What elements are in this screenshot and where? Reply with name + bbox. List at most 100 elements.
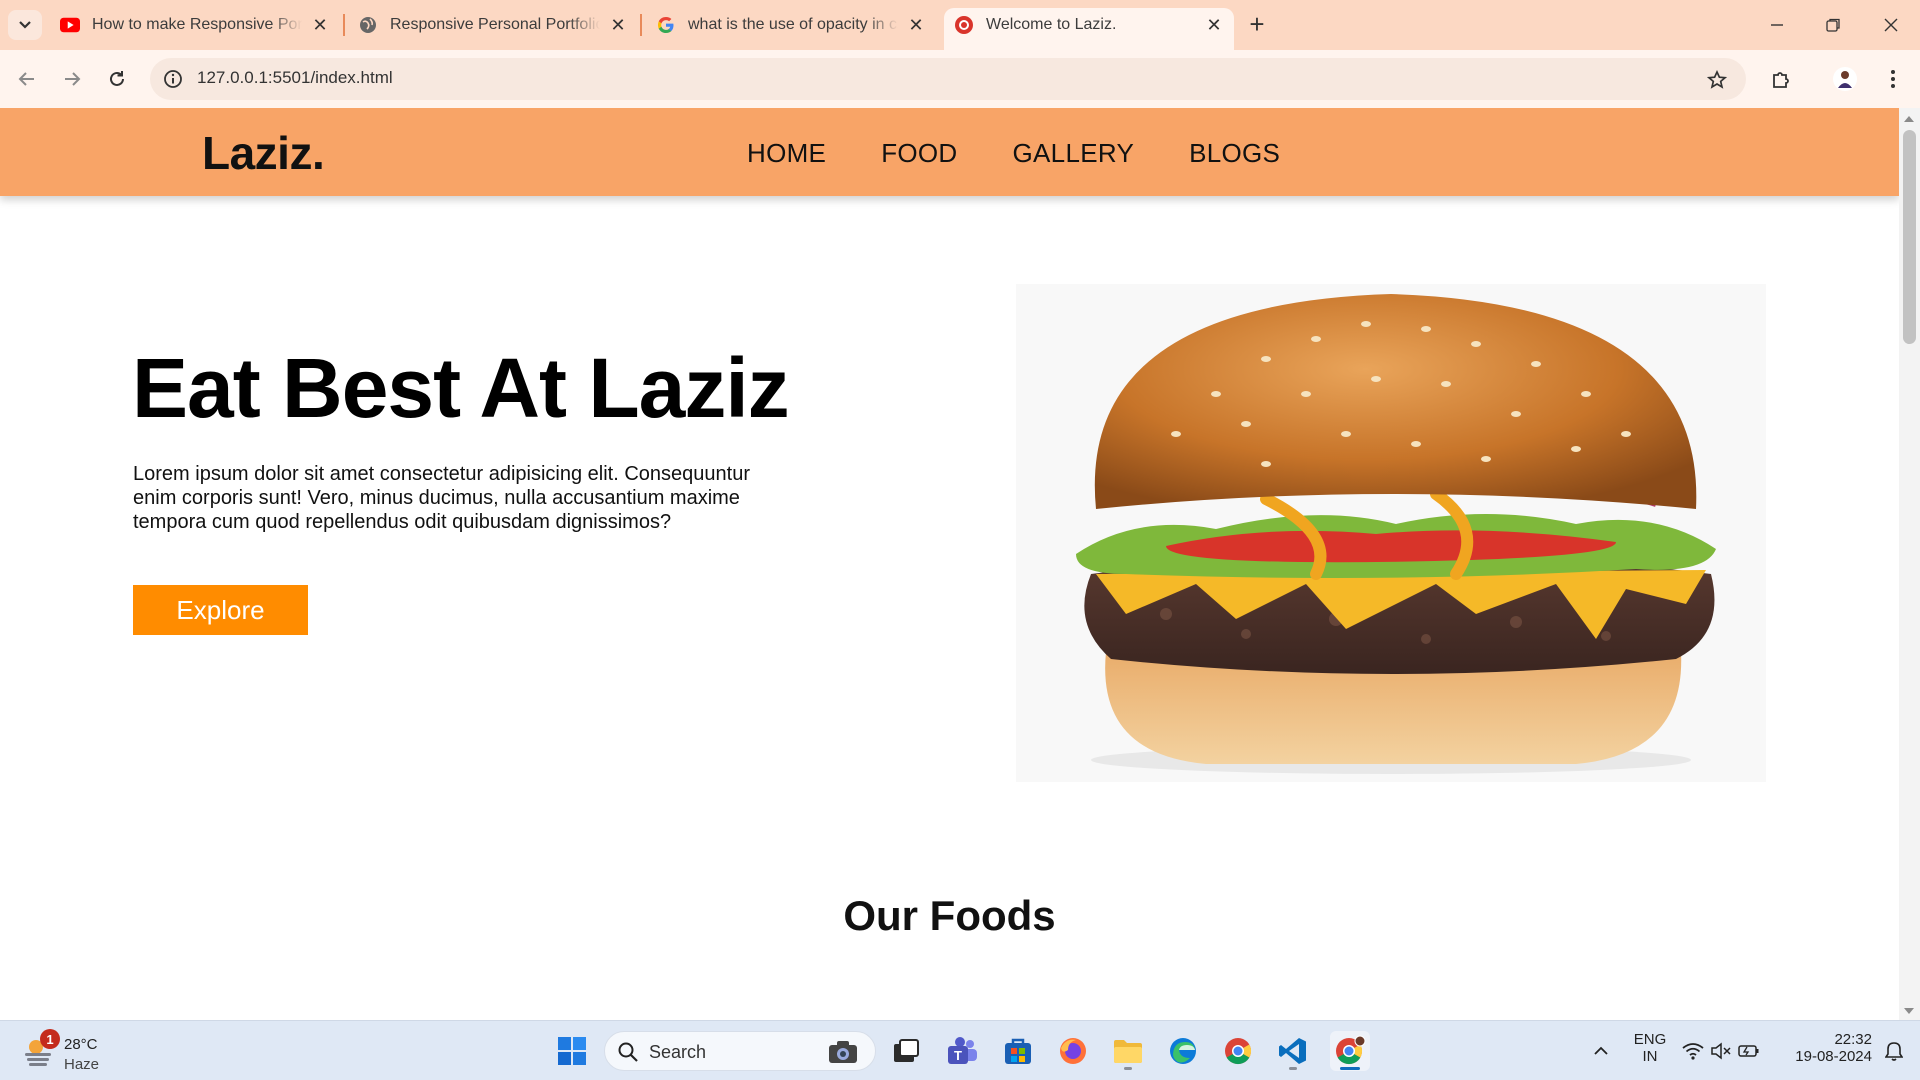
chevron-down-icon <box>19 21 31 29</box>
task-view-icon <box>894 1039 919 1062</box>
show-hidden-icons-button[interactable] <box>1581 1031 1621 1071</box>
vscode-app[interactable] <box>1273 1031 1313 1071</box>
weather-condition: Haze <box>64 1056 100 1073</box>
tab-title: what is the use of opacity in css <box>688 16 898 33</box>
globe-icon <box>358 15 378 35</box>
arrow-left-icon <box>18 72 34 86</box>
firefox-icon <box>1060 1038 1086 1064</box>
tab-title: Responsive Personal Portfolio Website <box>390 16 600 33</box>
app-running-indicator <box>1289 1067 1297 1070</box>
laziz-icon <box>954 15 974 35</box>
search-icon <box>618 1042 638 1062</box>
tab-portfolio[interactable]: Responsive Personal Portfolio Website ✕ <box>348 8 638 42</box>
arrow-right-icon <box>65 72 81 86</box>
hero-description: Lorem ipsum dolor sit amet consectetur a… <box>133 463 750 533</box>
bookmark-star-icon[interactable] <box>1702 65 1732 95</box>
windows-logo-icon <box>558 1037 586 1065</box>
scroll-down-arrow-icon[interactable] <box>1904 1008 1914 1014</box>
weather-temperature: 28°C <box>64 1036 98 1053</box>
chrome-icon <box>1225 1038 1252 1065</box>
volume-muted-icon <box>1711 1042 1731 1060</box>
site-info-icon[interactable] <box>160 66 186 92</box>
close-tab-icon[interactable]: ✕ <box>906 15 926 35</box>
close-tab-icon[interactable]: ✕ <box>608 15 628 35</box>
nav-link-home[interactable]: HOME <box>747 138 826 169</box>
chrome-app[interactable] <box>1218 1031 1258 1071</box>
firefox-app[interactable] <box>1053 1031 1093 1071</box>
burger-image <box>1016 284 1766 782</box>
battery-icon <box>1738 1045 1759 1057</box>
browser-menu-button[interactable] <box>1878 64 1908 94</box>
restore-button[interactable] <box>1818 10 1848 40</box>
scroll-up-arrow-icon[interactable] <box>1904 116 1914 122</box>
extensions-button[interactable] <box>1766 64 1796 94</box>
microsoft-store-app[interactable] <box>998 1031 1038 1071</box>
minimize-icon <box>1771 24 1783 26</box>
system-tray-status[interactable] <box>1677 1031 1765 1071</box>
section-title-our-foods: Our Foods <box>843 892 1056 939</box>
language-region: IN <box>1642 1048 1658 1065</box>
back-button[interactable] <box>12 64 42 94</box>
close-tab-icon[interactable]: ✕ <box>1204 15 1224 35</box>
tab-youtube[interactable]: How to make Responsive Portfolio ✕ <box>50 8 340 42</box>
file-explorer-app[interactable] <box>1108 1031 1148 1071</box>
site-nav: HOME FOOD GALLERY BLOGS <box>747 138 1335 169</box>
language-indicator[interactable]: ENG IN <box>1628 1031 1672 1065</box>
page-scrollbar[interactable] <box>1899 108 1920 1020</box>
tab-google[interactable]: what is the use of opacity in css ✕ <box>646 8 936 42</box>
url-text[interactable]: 127.0.0.1:5501/index.html <box>197 68 393 88</box>
app-running-indicator <box>1124 1067 1132 1070</box>
clock-time: 22:32 <box>1834 1031 1872 1048</box>
chrome-icon <box>1336 1035 1366 1065</box>
scrollbar-thumb[interactable] <box>1903 130 1916 344</box>
teams-icon: T <box>948 1037 977 1064</box>
start-button[interactable] <box>552 1031 592 1071</box>
site-header: Laziz. HOME FOOD GALLERY BLOGS <box>0 108 1899 196</box>
page-viewport: Laziz. HOME FOOD GALLERY BLOGS Eat Best … <box>0 108 1899 1020</box>
folder-icon <box>1114 1040 1142 1063</box>
wifi-icon <box>1682 1043 1704 1060</box>
language-code: ENG <box>1633 1031 1667 1048</box>
bell-icon <box>1885 1042 1903 1061</box>
taskbar-search[interactable]: Search <box>604 1031 876 1071</box>
chrome-profile-app[interactable] <box>1330 1031 1370 1071</box>
store-icon <box>1005 1038 1031 1064</box>
profile-avatar[interactable] <box>1830 64 1860 94</box>
notifications-button[interactable] <box>1874 1031 1914 1071</box>
clock-date: 19-08-2024 <box>1795 1048 1872 1065</box>
tab-laziz[interactable]: Welcome to Laziz. ✕ <box>944 8 1234 50</box>
tab-divider <box>640 14 642 36</box>
puzzle-icon <box>1773 72 1789 88</box>
minimize-button[interactable] <box>1762 10 1792 40</box>
windows-taskbar: 1 28°C Haze Search T ENG IN 22:32 19-08-… <box>0 1020 1920 1080</box>
app-active-indicator <box>1340 1067 1360 1070</box>
search-placeholder: Search <box>649 1042 707 1062</box>
close-icon <box>1884 18 1898 32</box>
more-vertical-icon <box>1891 70 1895 88</box>
tab-title: Welcome to Laziz. <box>986 16 1117 33</box>
nav-link-food[interactable]: FOOD <box>881 138 957 169</box>
teams-app[interactable]: T <box>942 1031 982 1071</box>
new-tab-button[interactable]: + <box>1244 11 1270 38</box>
reload-button[interactable] <box>102 64 132 94</box>
svg-text:T: T <box>954 1048 962 1063</box>
notification-badge: 1 <box>40 1029 60 1049</box>
nav-link-blogs[interactable]: BLOGS <box>1189 138 1280 169</box>
forward-button[interactable] <box>57 64 87 94</box>
task-view-button[interactable] <box>886 1031 926 1071</box>
close-tab-icon[interactable]: ✕ <box>310 15 330 35</box>
tab-search-button[interactable] <box>8 10 42 40</box>
edge-app[interactable] <box>1163 1031 1203 1071</box>
youtube-icon <box>60 15 80 35</box>
clock[interactable]: 22:32 19-08-2024 <box>1782 1031 1872 1065</box>
close-window-button[interactable] <box>1876 10 1906 40</box>
nav-link-gallery[interactable]: GALLERY <box>1013 138 1135 169</box>
weather-widget[interactable]: 1 28°C Haze <box>22 1029 142 1073</box>
camera-icon <box>829 1041 857 1063</box>
restore-icon <box>1826 18 1840 32</box>
edge-icon <box>1170 1038 1196 1064</box>
chevron-up-icon <box>1594 1046 1608 1055</box>
hero-title: Eat Best At Laziz <box>132 341 790 435</box>
site-logo[interactable]: Laziz. <box>202 126 325 180</box>
explore-button[interactable]: Explore <box>133 585 308 635</box>
